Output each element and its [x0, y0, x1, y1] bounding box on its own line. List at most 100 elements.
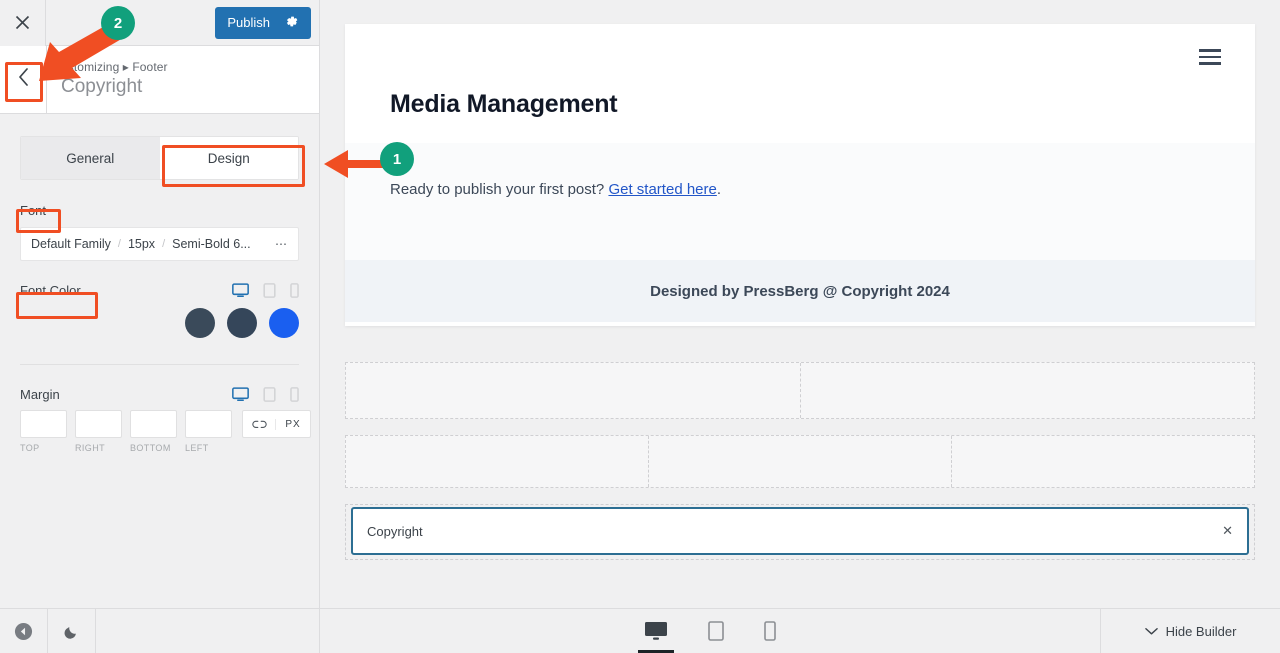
- builder-cell[interactable]: [799, 363, 1255, 418]
- margin-section: Margin TOP RIGHT BOTTOM LEFT PX: [0, 387, 319, 456]
- font-color-row-head: Font Color: [20, 283, 299, 298]
- gear-icon[interactable]: [284, 14, 299, 31]
- font-color-field: Font Color: [20, 283, 299, 338]
- tablet-icon[interactable]: [263, 387, 276, 402]
- preview-area: Media Management Ready to publish your f…: [321, 0, 1280, 608]
- desktop-icon[interactable]: [232, 387, 249, 402]
- margin-row-head: Margin: [20, 387, 299, 402]
- tablet-icon: [708, 621, 724, 641]
- builder-row-3[interactable]: Copyright ✕: [345, 504, 1255, 560]
- footer-builder: Copyright ✕: [345, 362, 1255, 576]
- font-color-label: Font Color: [20, 283, 81, 298]
- font-field: Font Default Family / 15px / Semi-Bold 6…: [20, 202, 299, 261]
- link-icon[interactable]: [243, 418, 276, 430]
- builder-cell[interactable]: [648, 436, 951, 487]
- collapse-panel-button[interactable]: [0, 609, 48, 653]
- publish-button[interactable]: Publish: [215, 6, 311, 39]
- panel-header: ustomizing ▸ Footer Copyright: [0, 46, 319, 114]
- moon-icon: [64, 626, 76, 639]
- mobile-icon[interactable]: [290, 283, 299, 298]
- site-footer-copyright: Designed by PressBerg @ Copyright 2024: [345, 260, 1255, 322]
- margin-inputs: TOP RIGHT BOTTOM LEFT PX: [20, 410, 311, 456]
- color-swatch-3[interactable]: [269, 308, 299, 338]
- font-color-device-switcher: [232, 283, 299, 298]
- margin-bottom-wrap: BOTTOM: [130, 410, 177, 456]
- site-nav: [345, 24, 1255, 90]
- page-title: Copyright: [61, 76, 143, 98]
- site-title: Media Management: [390, 90, 618, 118]
- desktop-icon[interactable]: [232, 283, 249, 298]
- color-swatch-2[interactable]: [227, 308, 257, 338]
- margin-device-switcher: [232, 387, 299, 402]
- margin-bottom-label: BOTTOM: [130, 443, 171, 453]
- hide-builder-label: Hide Builder: [1165, 623, 1237, 639]
- annotation-badge-1: 1: [380, 142, 414, 176]
- site-body-paragraph: Ready to publish your first post? Get st…: [390, 181, 1255, 198]
- copyright-widget[interactable]: Copyright ✕: [351, 507, 1249, 555]
- settings-divider: [20, 364, 299, 365]
- close-icon: [15, 15, 30, 30]
- font-label: Font: [20, 203, 47, 218]
- collapse-left-icon: [14, 622, 33, 640]
- font-size-value: 15px: [127, 237, 156, 251]
- builder-cell[interactable]: [346, 363, 800, 418]
- font-family-value: Default Family: [31, 237, 111, 251]
- margin-unit-toggle[interactable]: PX: [276, 419, 310, 430]
- site-preview: Media Management Ready to publish your f…: [345, 24, 1255, 326]
- builder-row-2[interactable]: [345, 435, 1255, 488]
- chevron-down-icon: [1144, 624, 1158, 639]
- margin-bottom-input[interactable]: [130, 410, 177, 438]
- design-settings: Font Default Family / 15px / Semi-Bold 6…: [0, 202, 319, 338]
- close-customizer-button[interactable]: [0, 0, 46, 46]
- close-icon[interactable]: ✕: [1222, 523, 1233, 539]
- hide-builder-button[interactable]: Hide Builder: [1100, 609, 1280, 653]
- margin-left-label: LEFT: [185, 443, 209, 453]
- margin-top-label: TOP: [20, 443, 40, 453]
- tab-design[interactable]: Design: [159, 137, 298, 179]
- margin-top-wrap: TOP: [20, 410, 67, 456]
- builder-row-1[interactable]: [345, 362, 1255, 419]
- hamburger-menu-icon[interactable]: [1199, 49, 1221, 65]
- ellipsis-icon[interactable]: ⋯: [275, 237, 288, 251]
- preview-tablet-button[interactable]: [702, 609, 730, 653]
- tablet-icon[interactable]: [263, 283, 276, 298]
- font-select[interactable]: Default Family / 15px / Semi-Bold 6... ⋯: [20, 227, 299, 261]
- mobile-icon: [764, 621, 776, 641]
- margin-field: Margin TOP RIGHT BOTTOM LEFT PX: [20, 387, 311, 456]
- dark-mode-toggle[interactable]: [48, 609, 96, 653]
- panel-header-text: ustomizing ▸ Footer Copyright: [47, 46, 319, 113]
- back-button[interactable]: [0, 46, 47, 113]
- tab-general[interactable]: General: [21, 137, 160, 179]
- annotation-badge-2: 2: [101, 6, 135, 40]
- site-body: Ready to publish your first post? Get st…: [345, 143, 1255, 260]
- margin-unit-box: PX: [242, 410, 311, 438]
- panel-topbar: Publish: [0, 0, 319, 46]
- mobile-icon[interactable]: [290, 387, 299, 402]
- copyright-widget-label: Copyright: [367, 523, 423, 539]
- margin-top-input[interactable]: [20, 410, 67, 438]
- bottom-bar: Hide Builder: [0, 608, 1280, 653]
- device-preview-switcher: [320, 609, 1100, 653]
- font-separator-1: /: [117, 238, 121, 250]
- builder-cell[interactable]: [346, 436, 648, 487]
- publish-label: Publish: [227, 15, 270, 30]
- preview-mobile-button[interactable]: [758, 609, 782, 653]
- customizer-panel: Publish ustomizing ▸ Footer Copyright Ge…: [0, 0, 320, 653]
- preview-desktop-button[interactable]: [638, 609, 674, 653]
- body-text-suffix: .: [716, 181, 722, 198]
- margin-right-label: RIGHT: [75, 443, 105, 453]
- breadcrumb: ustomizing ▸ Footer: [61, 60, 168, 75]
- margin-label: Margin: [20, 387, 60, 402]
- font-color-swatches: [20, 308, 299, 338]
- desktop-icon: [645, 622, 667, 640]
- chevron-left-icon: [18, 67, 29, 92]
- margin-left-input[interactable]: [185, 410, 232, 438]
- color-swatch-1[interactable]: [185, 308, 215, 338]
- font-weight-value: Semi-Bold 6...: [172, 237, 251, 251]
- panel-tabs: General Design: [20, 136, 299, 180]
- margin-right-wrap: RIGHT: [75, 410, 122, 456]
- get-started-link[interactable]: Get started here: [608, 181, 716, 198]
- margin-right-input[interactable]: [75, 410, 122, 438]
- builder-cell[interactable]: [951, 436, 1254, 487]
- bottom-bar-spacer: [96, 609, 320, 653]
